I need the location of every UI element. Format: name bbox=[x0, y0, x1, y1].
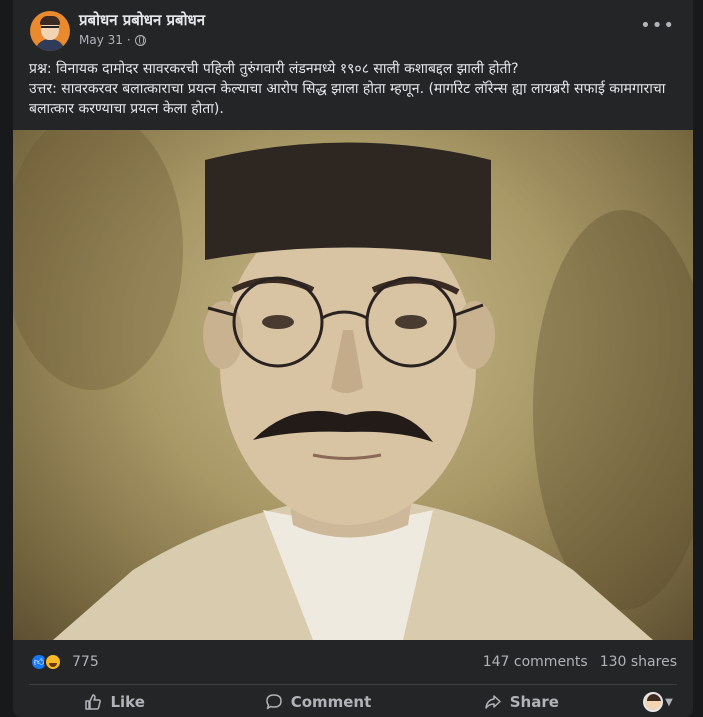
more-options-icon[interactable]: ••• bbox=[640, 16, 675, 36]
portrait-illustration bbox=[13, 130, 693, 640]
post-photo[interactable] bbox=[13, 130, 693, 640]
like-button[interactable]: Like bbox=[13, 686, 216, 717]
engagement-counts: 147 comments 130 shares bbox=[483, 654, 677, 670]
avatar-body bbox=[35, 39, 65, 51]
comment-label: Comment bbox=[290, 693, 372, 711]
post-actions: Like Comment Share ▼ bbox=[13, 686, 693, 717]
post-date[interactable]: May 31 bbox=[79, 33, 123, 47]
comment-icon bbox=[265, 694, 282, 710]
haha-reaction-icon bbox=[44, 653, 62, 671]
post-card: प्रबोधन प्रबोधन प्रबोधन May 31 · ••• प्र… bbox=[13, 0, 693, 717]
avatar-glasses bbox=[41, 26, 59, 30]
post-question: प्रश्न: विनायक दामोदर सावरकरची पहिली तुर… bbox=[29, 61, 519, 77]
author-avatar[interactable] bbox=[30, 11, 70, 51]
viewer-avatar-icon bbox=[643, 692, 664, 712]
post-header: प्रबोधन प्रबोधन प्रबोधन May 31 · ••• bbox=[13, 0, 693, 56]
globe-icon[interactable] bbox=[134, 34, 146, 46]
page-background bbox=[0, 0, 13, 717]
reaction-icons[interactable]: 👍︎ bbox=[30, 653, 62, 671]
comments-count[interactable]: 147 comments bbox=[483, 654, 588, 670]
shares-count[interactable]: 130 shares bbox=[600, 654, 677, 670]
post-stats: 👍︎ 775 147 comments 130 shares bbox=[13, 640, 693, 684]
chevron-down-icon: ▼ bbox=[665, 696, 673, 708]
meta-separator: · bbox=[126, 33, 131, 47]
post-meta: May 31 · bbox=[79, 33, 146, 47]
post-answer: उत्तर: सावरकरवर बलात्काराचा प्रयत्न केल्… bbox=[29, 81, 666, 117]
post-text: प्रश्न: विनायक दामोदर सावरकरची पहिली तुर… bbox=[29, 59, 689, 119]
share-button[interactable]: Share bbox=[420, 686, 623, 717]
thumbs-up-icon bbox=[85, 694, 102, 710]
actions-divider bbox=[29, 684, 677, 685]
share-label: Share bbox=[509, 693, 559, 711]
avatar-hair bbox=[40, 16, 60, 25]
share-icon bbox=[484, 695, 501, 709]
author-name[interactable]: प्रबोधन प्रबोधन प्रबोधन bbox=[79, 10, 205, 30]
like-label: Like bbox=[110, 693, 145, 711]
comment-button[interactable]: Comment bbox=[216, 686, 419, 717]
reaction-audience-button[interactable]: ▼ bbox=[623, 686, 693, 717]
reaction-count[interactable]: 775 bbox=[72, 654, 99, 670]
